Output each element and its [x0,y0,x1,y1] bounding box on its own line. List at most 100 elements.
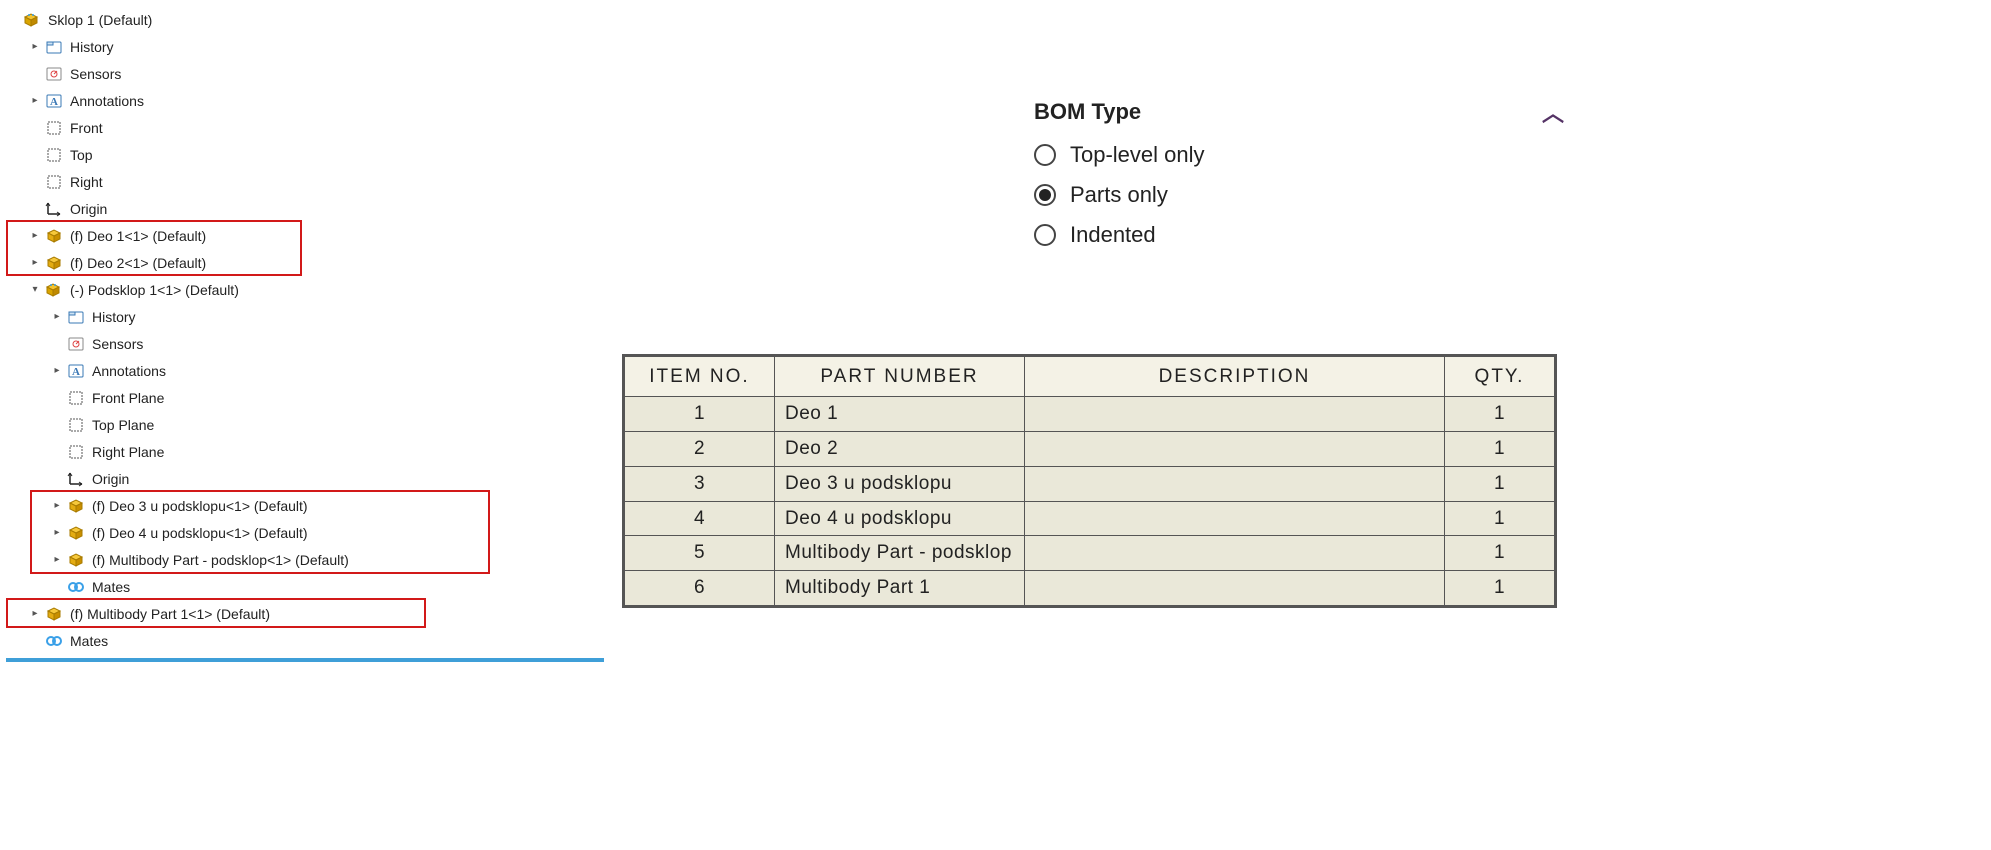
part-icon [66,496,86,516]
expand-icon[interactable]: ▸ [28,608,42,619]
cell-pn[interactable]: Multibody Part - podsklop [775,536,1025,571]
expand-icon: · [50,473,64,484]
cell-pn[interactable]: Deo 3 u podsklopu [775,466,1025,501]
table-row[interactable]: 1Deo 11 [625,397,1555,432]
cell-desc[interactable] [1025,466,1445,501]
tree-item[interactable]: ▾ (-) Podsklop 1<1> (Default) [22,276,608,303]
plane-icon [44,172,64,192]
tree-label: Annotations [68,93,144,109]
radio-label: Top-level only [1070,142,1205,168]
tree-label: Mates [68,633,108,649]
asm-icon [44,280,64,300]
cell-pn[interactable]: Deo 4 u podsklopu [775,501,1025,536]
radio-label: Indented [1070,222,1156,248]
cell-item[interactable]: 4 [625,501,775,536]
part-icon [66,523,86,543]
tree-label: (-) Podsklop 1<1> (Default) [68,282,239,298]
col-header-item[interactable]: ITEM NO. [625,357,775,397]
cell-item[interactable]: 2 [625,431,775,466]
tree-label: Sklop 1 (Default) [46,12,152,28]
radio-parts-only[interactable]: Parts only [1034,182,1564,208]
cell-item[interactable]: 3 [625,466,775,501]
tree-label: Mates [90,579,130,595]
tree-item[interactable]: ▸(f) Multibody Part 1<1> (Default) [22,600,608,627]
tree-item[interactable]: ·Top [22,141,608,168]
cell-qty[interactable]: 1 [1445,571,1555,606]
radio-top-level[interactable]: Top-level only [1034,142,1564,168]
expand-icon: · [28,122,42,133]
table-row[interactable]: 2Deo 2 1 [625,431,1555,466]
tree-item[interactable]: ·Right Plane [44,438,608,465]
expand-icon[interactable]: ▸ [50,500,64,511]
part-icon [44,253,64,273]
table-row[interactable]: 6Multibody Part 1 1 [625,571,1555,606]
tree-item[interactable]: ▸(f) Deo 2<1> (Default) [22,249,608,276]
expand-icon[interactable]: ▸ [28,230,42,241]
origin-icon [44,199,64,219]
tree-item[interactable]: ▸(f) Multibody Part - podsklop<1> (Defau… [44,546,608,573]
tree-root[interactable]: ·Sklop 1 (Default) [0,6,608,33]
tree-label: Sensors [68,66,121,82]
tree-item[interactable]: ·Sensors [22,60,608,87]
tree-item[interactable]: ·Mates [22,627,608,654]
cell-qty[interactable]: 1 [1445,536,1555,571]
expand-icon[interactable]: ▾ [28,284,42,295]
tree-item[interactable]: ▸ Annotations [22,87,608,114]
tree-label: Front [68,120,103,136]
cell-qty[interactable]: 1 [1445,466,1555,501]
plane-icon [66,415,86,435]
expand-icon[interactable]: ▸ [28,41,42,52]
tree-item[interactable]: ·Top Plane [44,411,608,438]
col-header-pn[interactable]: PART NUMBER [775,357,1025,397]
mates-icon [66,577,86,597]
tree-item[interactable]: ·Mates [44,573,608,600]
cell-pn[interactable]: Deo 2 [775,431,1025,466]
plane-icon [66,388,86,408]
collapse-icon[interactable]: ︿ [1542,96,1564,128]
cell-item[interactable]: 1 [625,397,775,432]
tree-label: (f) Deo 1<1> (Default) [68,228,206,244]
cell-qty[interactable]: 1 [1445,397,1555,432]
cell-pn[interactable]: Multibody Part 1 [775,571,1025,606]
cell-qty[interactable]: 1 [1445,501,1555,536]
cell-pn[interactable]: Deo 1 [775,397,1025,432]
cell-desc[interactable] [1025,431,1445,466]
cell-desc[interactable] [1025,571,1445,606]
feature-tree-panel: ·Sklop 1 (Default)▸History·Sensors▸Annot… [0,0,614,850]
tree-item[interactable]: · Front [22,114,608,141]
tree-item[interactable]: ·Origin [44,465,608,492]
cell-qty[interactable]: 1 [1445,431,1555,466]
cell-desc[interactable] [1025,536,1445,571]
expand-icon[interactable]: ▸ [50,311,64,322]
origin-icon [66,469,86,489]
tree-item[interactable]: ·Sensors [44,330,608,357]
col-header-qty[interactable]: QTY. [1445,357,1555,397]
table-row[interactable]: 4Deo 4 u podsklopu 1 [625,501,1555,536]
tree-item[interactable]: ▸Annotations [44,357,608,384]
tree-item[interactable]: ▸(f) Deo 3 u podsklopu<1> (Default) [44,492,608,519]
cell-item[interactable]: 5 [625,536,775,571]
table-row[interactable]: 5Multibody Part - podsklop 1 [625,536,1555,571]
tree-item[interactable]: ▸ (f) Deo 1<1> (Default) [22,222,608,249]
expand-icon[interactable]: ▸ [50,554,64,565]
tree-item[interactable]: ▸History [44,303,608,330]
tree-item[interactable]: ▸(f) Deo 4 u podsklopu<1> (Default) [44,519,608,546]
cell-desc[interactable] [1025,501,1445,536]
cell-item[interactable]: 6 [625,571,775,606]
expand-icon[interactable]: ▸ [28,257,42,268]
plane-icon [44,118,64,138]
part-icon [44,226,64,246]
tree-item[interactable]: ·Front Plane [44,384,608,411]
expand-icon[interactable]: ▸ [50,527,64,538]
radio-indented[interactable]: Indented [1034,222,1564,248]
bom-table: ITEM NO. PART NUMBER DESCRIPTION QTY. 1D… [622,354,1557,608]
expand-icon[interactable]: ▸ [28,95,42,106]
tree-item[interactable]: ·Origin [22,195,608,222]
table-row[interactable]: 3Deo 3 u podsklopu 1 [625,466,1555,501]
tree-item[interactable]: ▸History [22,33,608,60]
expand-icon[interactable]: ▸ [50,365,64,376]
cell-desc[interactable] [1025,397,1445,432]
tree-item[interactable]: ·Right [22,168,608,195]
expand-icon: · [50,392,64,403]
col-header-desc[interactable]: DESCRIPTION [1025,357,1445,397]
